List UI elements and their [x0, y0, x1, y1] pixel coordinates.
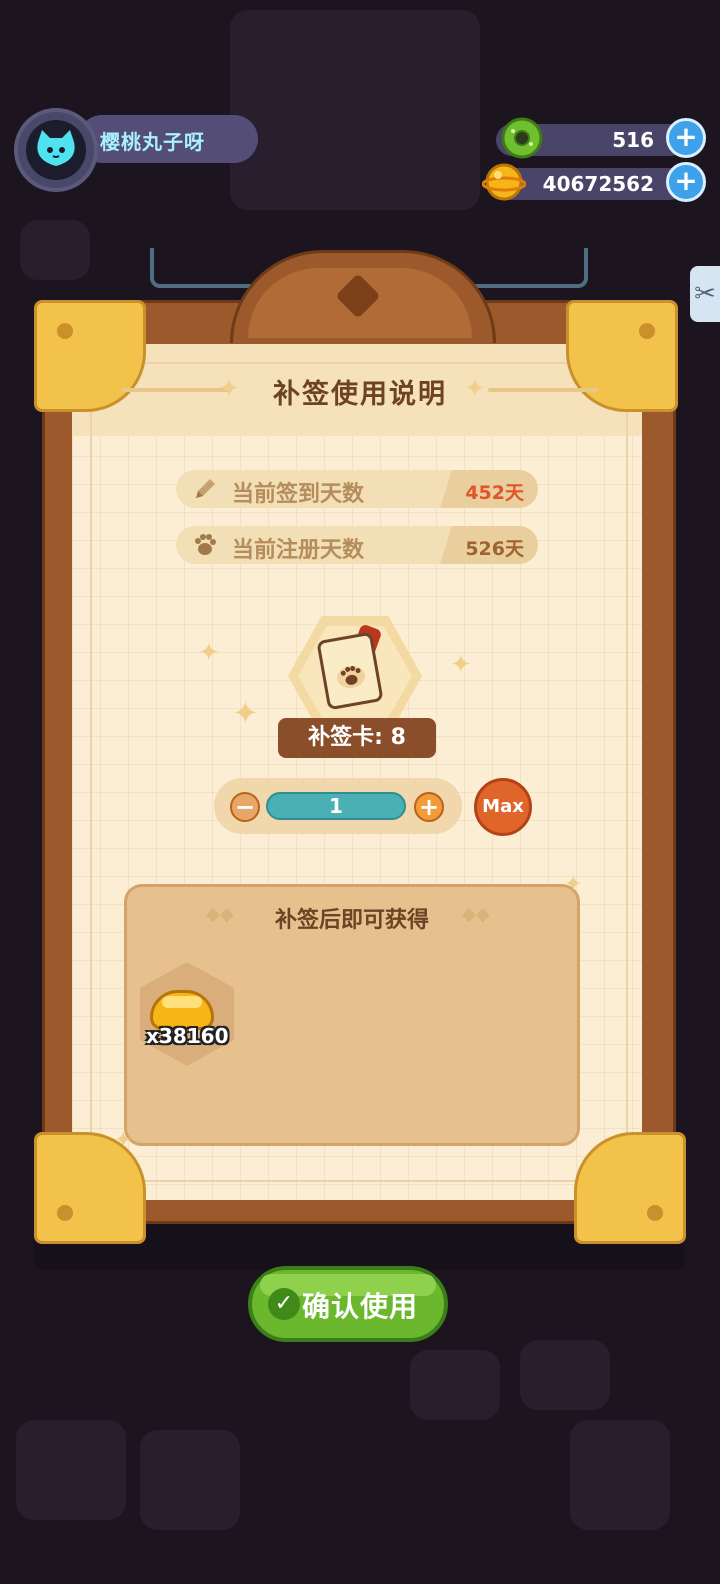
confirm-use-label: 确认使用 — [302, 1290, 419, 1323]
sparkle-icon: ✦ — [564, 872, 583, 897]
bg-slot — [410, 1350, 500, 1420]
coin-highlight — [162, 996, 202, 1008]
player-name: 樱桃丸子呀 — [100, 130, 205, 154]
checkin-days-label: 当前签到天数 — [232, 482, 365, 507]
registered-days-label: 当前注册天数 — [232, 538, 365, 563]
reward-quantity: x38160 — [146, 1024, 229, 1048]
increase-button[interactable]: + — [414, 792, 444, 822]
bg-book-icon — [570, 1420, 670, 1530]
registered-days-value: 526天 — [465, 538, 524, 560]
sparkle-icon: ✦ — [450, 650, 472, 680]
sparkle-icon: ✦ — [114, 1128, 133, 1153]
cat-face-icon — [26, 120, 86, 180]
currency-value: 516 — [612, 128, 654, 152]
quantity-field[interactable]: 1 — [266, 792, 406, 820]
currency-value: 40672562 — [542, 172, 654, 196]
sparkle-icon: ✦ — [232, 694, 259, 732]
add-donut-button[interactable]: + — [666, 118, 706, 158]
checkin-days-row: 当前签到天数 452天 — [176, 470, 538, 508]
paw-icon — [190, 530, 220, 560]
gold-coin-icon — [481, 160, 527, 204]
bg-task-icon — [16, 1420, 126, 1520]
player-avatar[interactable] — [14, 108, 98, 192]
side-tab-handle[interactable]: ✂ — [690, 266, 720, 322]
max-button[interactable]: Max — [474, 778, 532, 836]
checkin-days-value: 452天 — [465, 482, 524, 504]
check-icon: ✓ — [268, 1288, 300, 1320]
decrease-button[interactable]: − — [230, 792, 260, 822]
sparkle-icon: ✦ — [198, 638, 220, 668]
dialog-title: 补签使用说明 — [273, 379, 447, 410]
pencil-icon — [190, 474, 220, 504]
bg-shop-icon — [140, 1430, 240, 1530]
bg-slot — [520, 1340, 610, 1410]
currency-donut: 516 + — [496, 117, 706, 160]
reward-title: 补签后即可获得 — [274, 908, 429, 933]
registered-days-row: 当前注册天数 526天 — [176, 526, 538, 564]
currency-coin: 40672562 + — [481, 162, 706, 204]
corner-ornament-bottom-right — [574, 1132, 686, 1244]
makeup-card-count: 补签卡: 8 — [278, 718, 436, 758]
donut-icon — [500, 116, 544, 160]
add-coin-button[interactable]: + — [666, 162, 706, 202]
bg-machine — [230, 10, 480, 210]
bg-help-box — [20, 220, 90, 280]
makeup-card-icon — [316, 631, 384, 711]
